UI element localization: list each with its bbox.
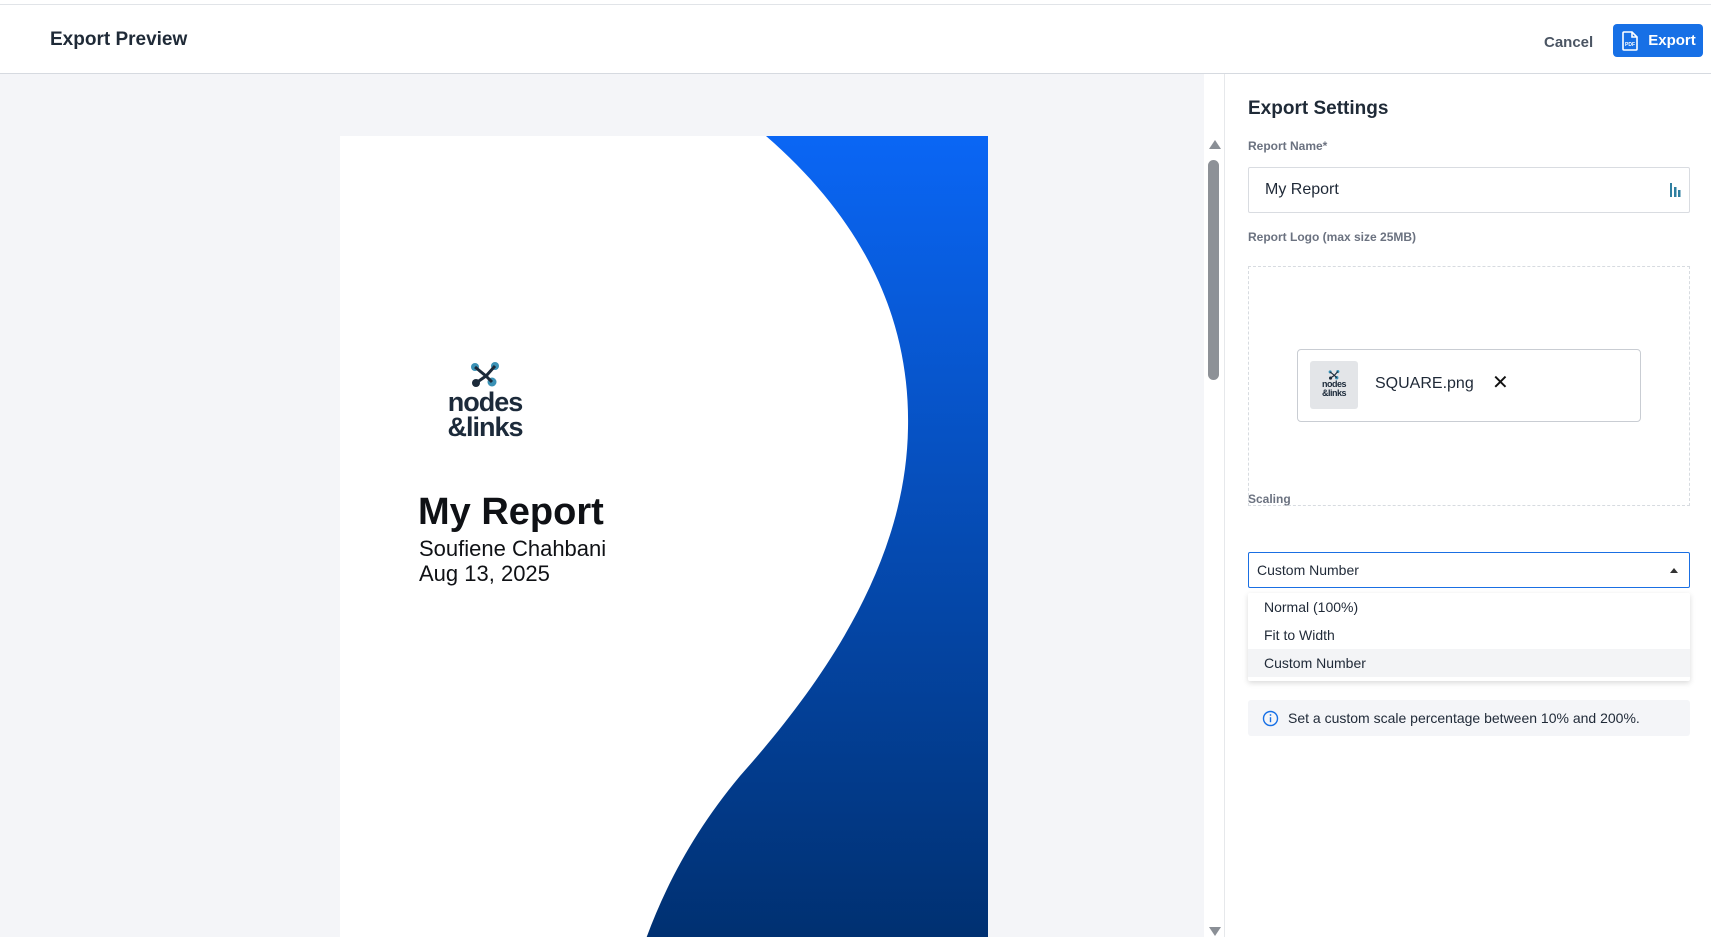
export-button[interactable]: PDF Export bbox=[1613, 24, 1703, 57]
report-cover-page: nodes &links My Report Soufiene Chahbani… bbox=[340, 136, 988, 937]
scaling-option-fit-width[interactable]: Fit to Width bbox=[1248, 621, 1690, 649]
nodes-links-logo-icon bbox=[471, 362, 499, 387]
caret-up-icon bbox=[1670, 568, 1678, 573]
export-button-label: Export bbox=[1648, 32, 1696, 49]
cover-report-title: My Report bbox=[418, 491, 604, 533]
report-logo-label: Report Logo (max size 25MB) bbox=[1248, 230, 1417, 244]
file-thumbnail: nodes &links bbox=[1310, 361, 1358, 409]
report-name-input[interactable] bbox=[1248, 167, 1690, 213]
scaling-selected-value: Custom Number bbox=[1257, 562, 1359, 578]
input-extension-icon bbox=[1670, 183, 1681, 197]
pdf-file-icon: PDF bbox=[1622, 30, 1639, 51]
scroll-up-arrow-icon[interactable] bbox=[1209, 140, 1221, 149]
scroll-down-arrow-icon[interactable] bbox=[1209, 927, 1221, 936]
export-settings-panel: Export Settings Report Name* Report Logo… bbox=[1224, 74, 1711, 937]
uploaded-file-name: SQUARE.png bbox=[1375, 375, 1474, 392]
preview-scrollbar[interactable] bbox=[1204, 74, 1224, 937]
uploaded-file-chip: nodes &links SQUARE.png ✕ bbox=[1297, 349, 1641, 422]
scaling-select[interactable]: Custom Number bbox=[1248, 552, 1690, 588]
cover-report-author: Soufiene Chahbani bbox=[419, 536, 607, 561]
page-title: Export Preview bbox=[50, 29, 188, 50]
scaling-option-custom[interactable]: Custom Number bbox=[1248, 649, 1690, 677]
export-preview-area: nodes &links My Report Soufiene Chahbani… bbox=[0, 74, 1204, 937]
logo-text-links: &links bbox=[447, 412, 523, 442]
scaling-options-menu: Normal (100%) Fit to Width Custom Number bbox=[1248, 593, 1690, 681]
company-logo: nodes &links bbox=[444, 362, 526, 442]
scroll-thumb[interactable] bbox=[1208, 160, 1219, 380]
header-bar: Export Preview Cancel PDF Export bbox=[0, 5, 1711, 74]
remove-file-close-icon[interactable]: ✕ bbox=[1492, 373, 1509, 393]
scaling-label: Scaling bbox=[1248, 492, 1291, 506]
svg-text:PDF: PDF bbox=[1625, 42, 1635, 48]
logo-dropzone[interactable]: nodes &links SQUARE.png ✕ bbox=[1248, 266, 1690, 506]
hint-text: Set a custom scale percentage between 10… bbox=[1288, 710, 1640, 726]
thumb-logo-text-links: &links bbox=[1321, 388, 1347, 398]
settings-title: Export Settings bbox=[1248, 98, 1389, 119]
cover-report-date: Aug 13, 2025 bbox=[419, 561, 550, 586]
scaling-hint: Set a custom scale percentage between 10… bbox=[1248, 700, 1690, 736]
info-icon bbox=[1262, 710, 1279, 726]
scaling-option-normal[interactable]: Normal (100%) bbox=[1248, 593, 1690, 621]
cancel-button[interactable]: Cancel bbox=[1534, 27, 1603, 59]
report-name-label: Report Name* bbox=[1248, 139, 1328, 153]
